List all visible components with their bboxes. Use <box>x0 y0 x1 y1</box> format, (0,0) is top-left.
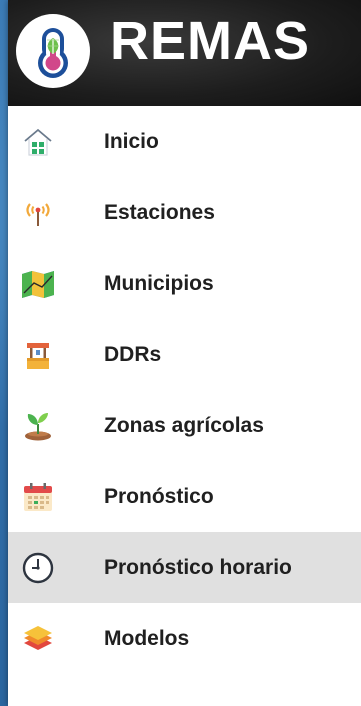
menu-item-modelos[interactable]: Modelos <box>8 603 361 674</box>
layers-icon <box>20 621 56 657</box>
menu-item-pronostico-horario[interactable]: Pronóstico horario <box>8 532 361 603</box>
home-icon <box>20 124 56 160</box>
menu-item-label: Pronóstico horario <box>104 555 292 579</box>
menu-item-estaciones[interactable]: Estaciones <box>8 177 361 248</box>
menu-item-label: Inicio <box>104 129 159 153</box>
calendar-icon <box>20 479 56 515</box>
menu-item-municipios[interactable]: Municipios <box>8 248 361 319</box>
menu-item-label: Zonas agrícolas <box>104 413 264 437</box>
menu-item-inicio[interactable]: Inicio <box>8 106 361 177</box>
menu-item-label: Municipios <box>104 271 214 295</box>
menu-item-label: Estaciones <box>104 200 215 224</box>
menu-item-zonas-agricolas[interactable]: Zonas agrícolas <box>8 390 361 461</box>
thermometer-leaf-icon <box>21 19 85 83</box>
menu-item-label: DDRs <box>104 342 162 366</box>
app-logo <box>16 14 90 88</box>
menu-item-label: Modelos <box>104 626 190 650</box>
drawer-header: REMAS <box>8 0 361 106</box>
menu-item-ddrs[interactable]: DDRs <box>8 319 361 390</box>
app-title: REMAS <box>110 11 311 71</box>
sprout-icon <box>20 408 56 444</box>
menu-item-pronostico[interactable]: Pronóstico <box>8 461 361 532</box>
clock-icon <box>20 550 56 586</box>
map-icon <box>20 266 56 302</box>
menu-item-label: Pronóstico <box>104 484 214 508</box>
well-icon <box>20 337 56 373</box>
drawer-menu: Inicio Estaciones Municipios DDRs Zonas … <box>8 106 361 674</box>
navigation-drawer: REMAS Inicio Estaciones Municipios DDRs … <box>8 0 361 706</box>
antenna-signal-icon <box>20 195 56 231</box>
